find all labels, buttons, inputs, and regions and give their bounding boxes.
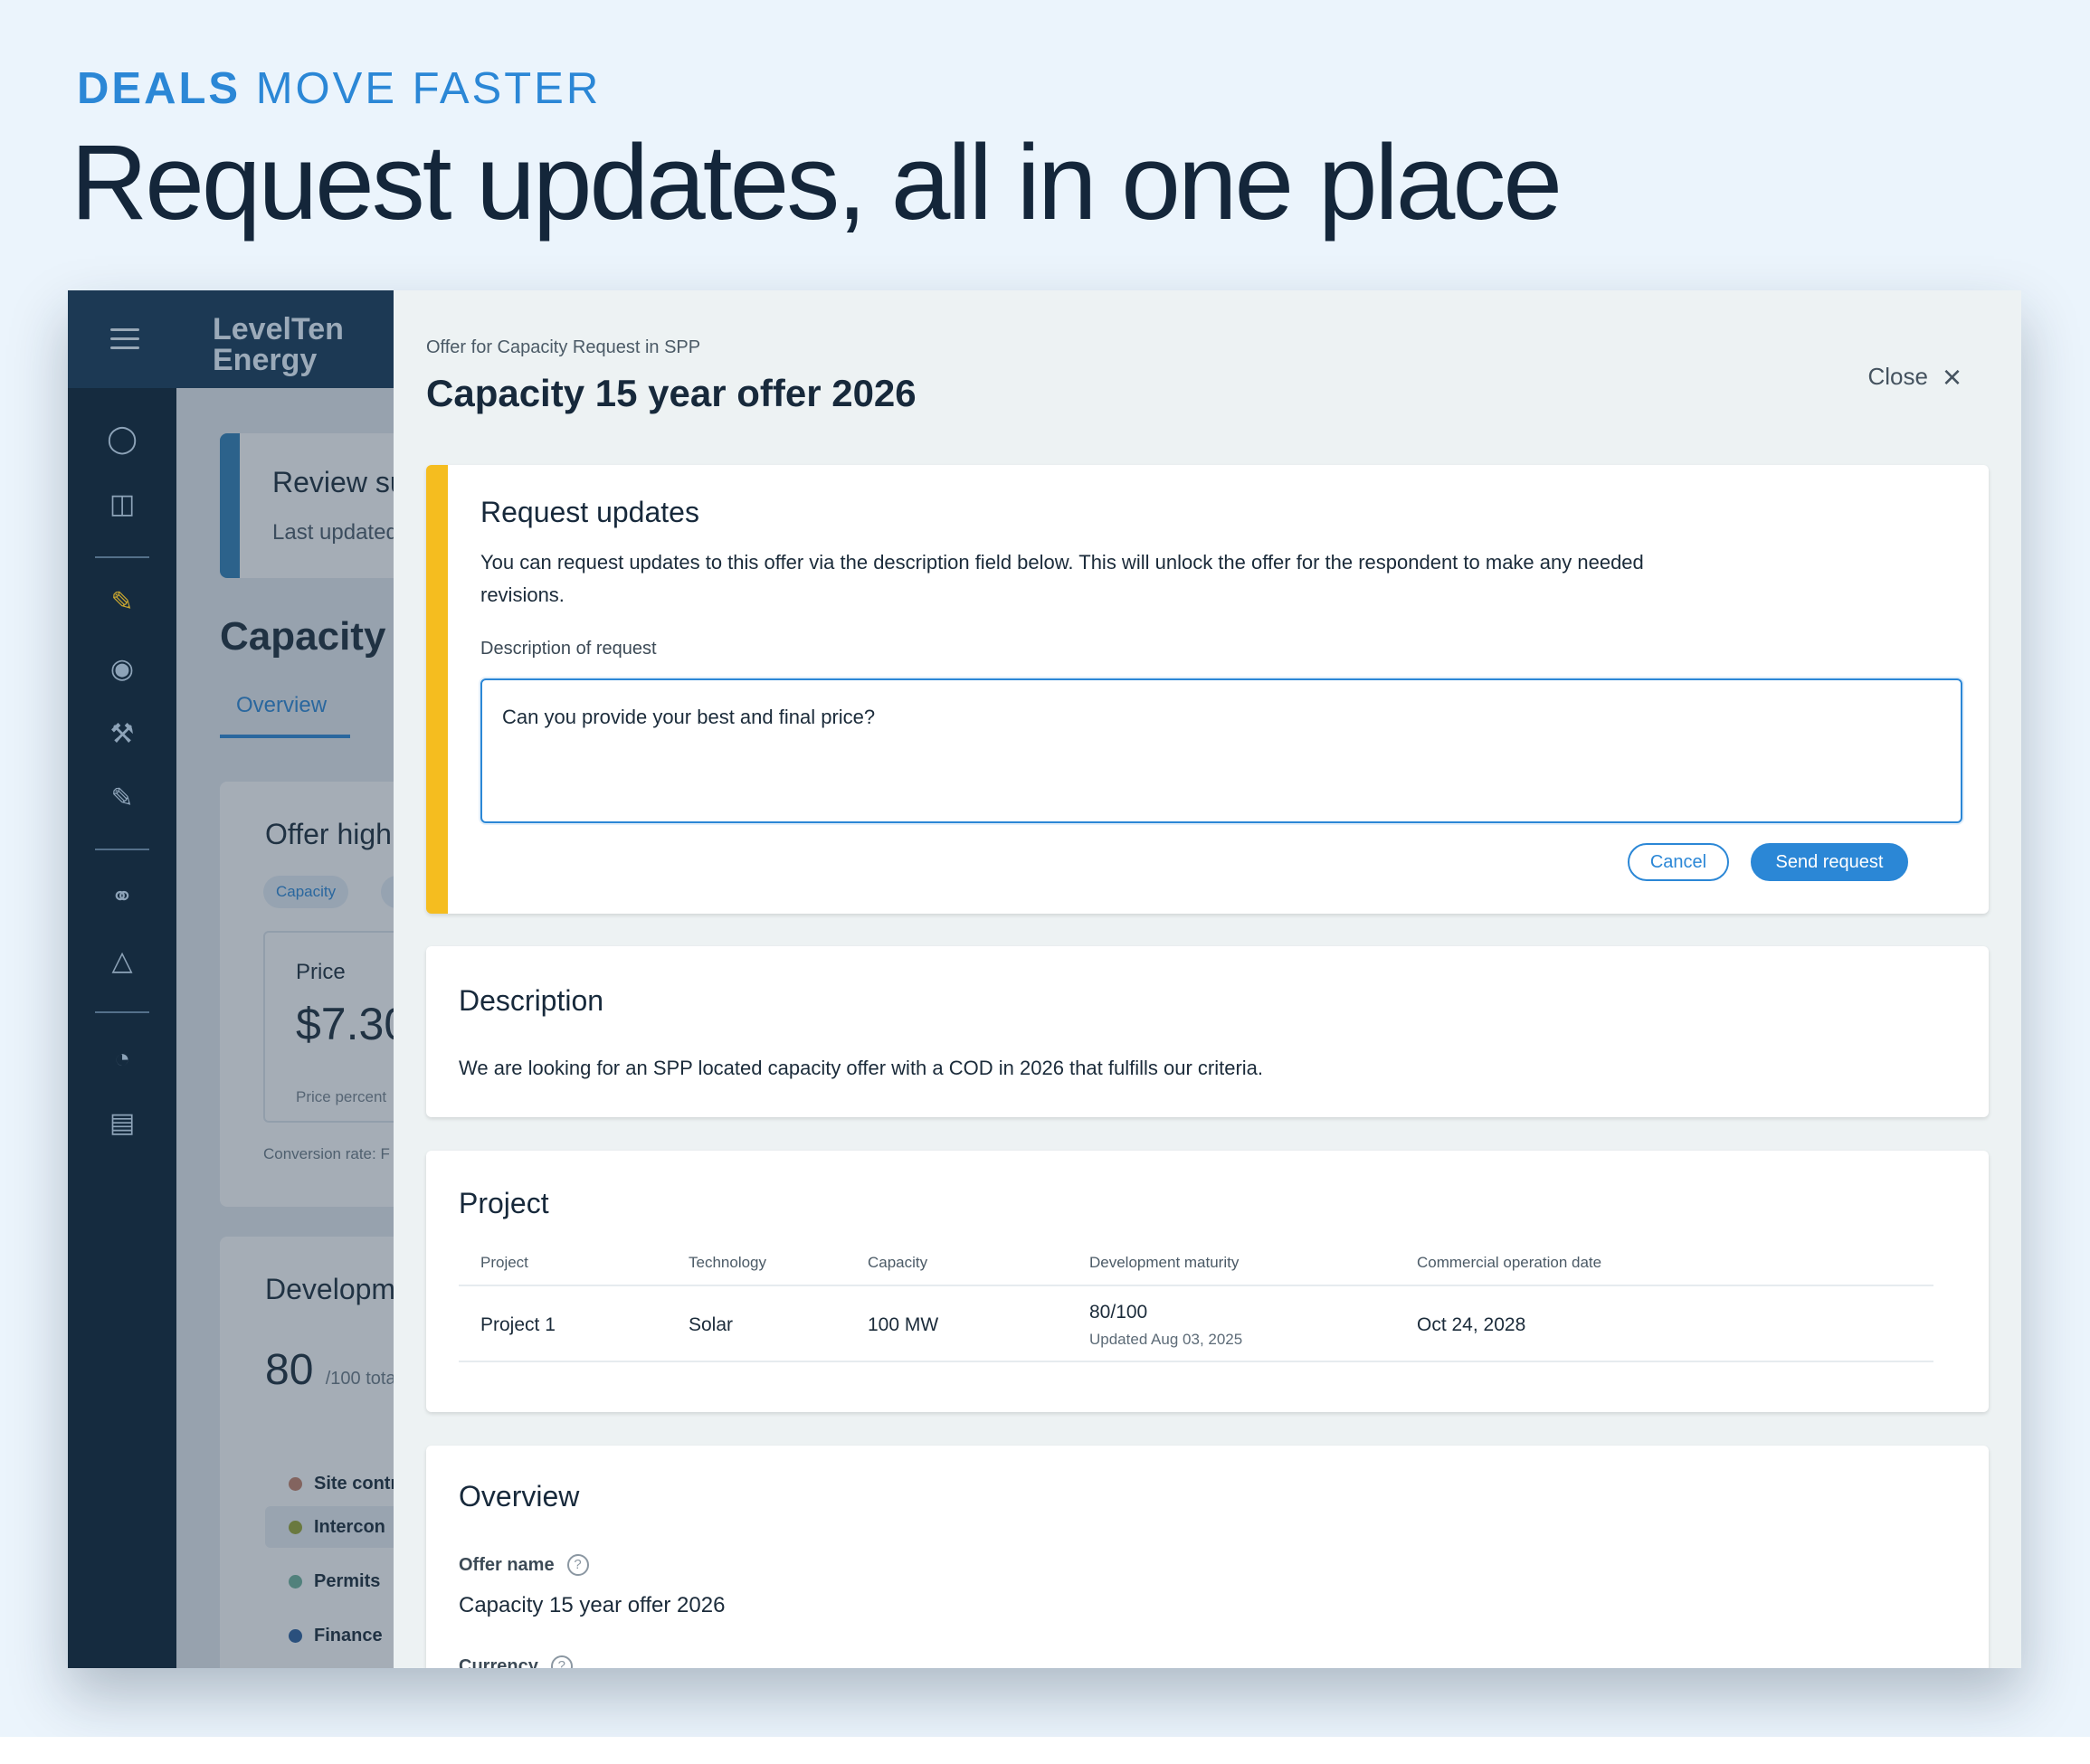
nav-divider xyxy=(95,849,149,850)
header-backdrop xyxy=(68,290,394,388)
offer-name-label: Offer name? xyxy=(459,1554,589,1576)
column-header: Technology xyxy=(667,1254,846,1286)
modal-backdrop[interactable] xyxy=(176,388,394,1668)
request-updates-card: Request updates You can request updates … xyxy=(426,465,1989,914)
cell-cod: Oct 24, 2028 xyxy=(1395,1285,1933,1362)
close-icon: × xyxy=(1942,357,1962,395)
hero-title: Request updates, all in one place xyxy=(71,123,1563,242)
app-window: LevelTen Energy ◯ ◫ ✎ ◉ ⚒ ✎ ⚭ △ ◔ ▤ Revi… xyxy=(68,290,2021,1668)
column-header: Development maturity xyxy=(1068,1254,1395,1286)
column-header: Project xyxy=(459,1254,667,1286)
maturity-value: 80/100 xyxy=(1089,1302,1148,1323)
send-request-button[interactable]: Send request xyxy=(1751,843,1908,881)
cell-project: Project 1 xyxy=(459,1285,667,1362)
cancel-button[interactable]: Cancel xyxy=(1628,843,1729,881)
hero-eyebrow: DEALS MOVE FASTER xyxy=(77,63,601,114)
project-table: Project Technology Capacity Development … xyxy=(459,1254,1933,1362)
binoculars-icon[interactable]: ◯ xyxy=(104,422,140,458)
offer-panel: Offer for Capacity Request in SPP Capaci… xyxy=(394,290,2021,1668)
wind-turbine-icon[interactable]: △ xyxy=(104,944,140,980)
nav-divider xyxy=(95,1011,149,1013)
maturity-updated: Updated Aug 03, 2025 xyxy=(1089,1331,1243,1348)
overview-card: Overview Offer name? Capacity 15 year of… xyxy=(426,1446,1989,1668)
project-title: Project xyxy=(459,1187,549,1219)
bottom-band xyxy=(0,1737,2090,1764)
gauge-icon[interactable]: ◔ xyxy=(104,1041,140,1077)
nav-divider xyxy=(95,556,149,558)
currency-label-text: Currency xyxy=(459,1655,538,1669)
handshake-icon[interactable]: ◉ xyxy=(104,651,140,688)
offer-name-value: Capacity 15 year offer 2026 xyxy=(459,1593,726,1617)
help-icon[interactable]: ? xyxy=(550,1655,573,1668)
hero-eyebrow-rest: MOVE FASTER xyxy=(255,64,602,113)
panel-eyebrow: Offer for Capacity Request in SPP xyxy=(426,337,701,357)
report-icon[interactable]: ▤ xyxy=(104,1105,140,1142)
currency-label: Currency? xyxy=(459,1655,573,1668)
close-label: Close xyxy=(1867,363,1928,390)
description-text: We are looking for an SPP located capaci… xyxy=(459,1057,1264,1079)
table-header-row: Project Technology Capacity Development … xyxy=(459,1254,1933,1286)
overview-title: Overview xyxy=(459,1480,580,1513)
document-pen-icon[interactable]: ✎ xyxy=(104,781,140,817)
cell-maturity: 80/100 Updated Aug 03, 2025 xyxy=(1068,1285,1395,1362)
description-title: Description xyxy=(459,984,604,1017)
folder-icon[interactable]: ◫ xyxy=(104,487,140,523)
column-header: Commercial operation date xyxy=(1395,1254,1933,1286)
gavel-icon[interactable]: ⚒ xyxy=(104,716,140,753)
help-icon[interactable]: ? xyxy=(566,1554,589,1576)
checklist-icon[interactable]: ✎ xyxy=(104,584,140,621)
project-card: Project Project Technology Capacity Deve… xyxy=(426,1151,1989,1412)
description-card: Description We are looking for an SPP lo… xyxy=(426,946,1989,1117)
offer-name-label-text: Offer name xyxy=(459,1554,555,1575)
panel-title: Capacity 15 year offer 2026 xyxy=(426,372,917,414)
request-updates-description: You can request updates to this offer vi… xyxy=(480,551,1644,606)
paperclip-icon[interactable]: ⚭ xyxy=(104,879,140,915)
request-updates-title: Request updates xyxy=(480,496,699,528)
column-header: Capacity xyxy=(846,1254,1068,1286)
close-button[interactable]: Close × xyxy=(1867,357,1962,395)
hero-eyebrow-bold: DEALS xyxy=(77,64,242,113)
description-field-label: Description of request xyxy=(480,639,657,659)
description-textarea[interactable] xyxy=(480,678,1962,823)
cell-capacity: 100 MW xyxy=(846,1285,1068,1362)
table-row: Project 1 Solar 100 MW 80/100 Updated Aug… xyxy=(459,1285,1933,1362)
cell-technology: Solar xyxy=(667,1285,846,1362)
